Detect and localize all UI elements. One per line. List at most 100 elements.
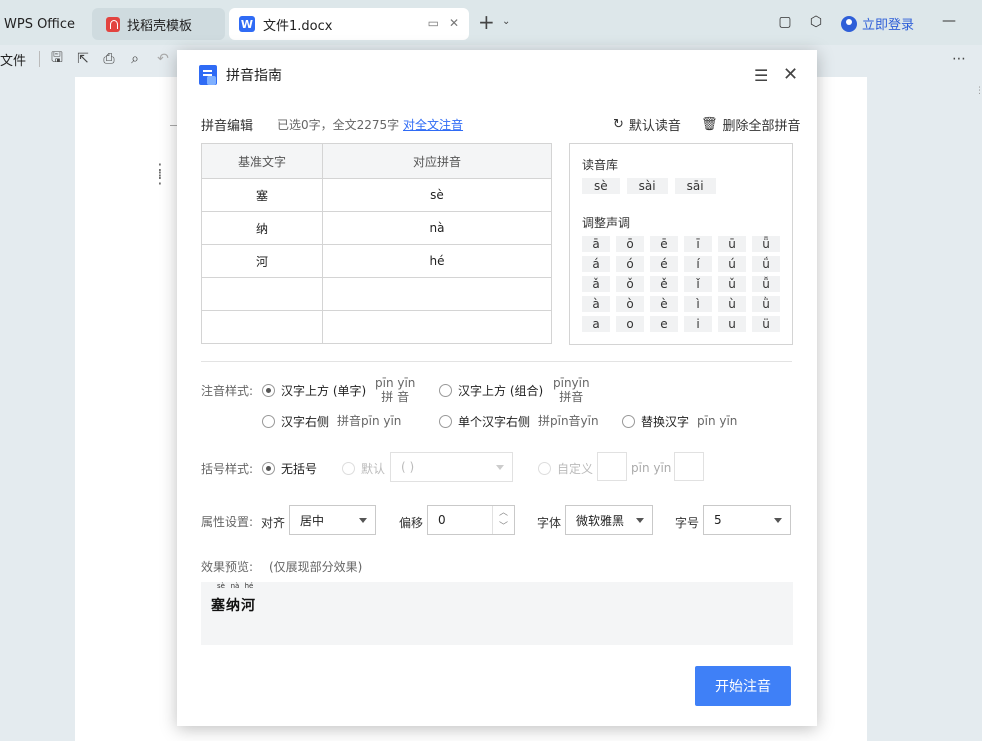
tone-key[interactable]: ì	[684, 296, 712, 312]
table-row[interactable]	[201, 310, 552, 344]
tab-document[interactable]: W 文件1.docx ▭ ✕	[229, 8, 469, 40]
bracket-default-radio[interactable]: 默认	[342, 460, 385, 477]
tone-key[interactable]: ǘ	[752, 256, 780, 272]
pinyin-cell[interactable]: nà	[322, 211, 552, 245]
tone-key[interactable]: ǒ	[616, 276, 644, 292]
pinyin-cell[interactable]	[322, 277, 552, 311]
bracket-type-select[interactable]: ( )	[390, 452, 513, 482]
radio-selected-icon	[262, 462, 275, 475]
table-row[interactable]: 纳 nà	[201, 211, 552, 245]
delete-all-pinyin-button[interactable]: 🗑 删除全部拼音	[701, 115, 801, 134]
cube-icon[interactable]: ⬡	[808, 14, 824, 30]
print-icon[interactable]: ⎙	[100, 50, 118, 68]
tone-key[interactable]: ǎ	[582, 276, 610, 292]
reading-chip[interactable]: sài	[626, 178, 668, 194]
tone-key[interactable]: a	[582, 316, 610, 332]
export-icon[interactable]: ⇱	[74, 50, 92, 68]
pinyin-cell[interactable]: sè	[322, 178, 552, 212]
base-char-cell[interactable]: 河	[201, 244, 323, 278]
dialog-close-icon[interactable]: ✕	[783, 66, 798, 84]
offset-value: 0	[438, 513, 446, 527]
style-each-right-radio[interactable]: 单个汉字右侧	[439, 413, 530, 430]
file-menu[interactable]: 文件	[0, 50, 26, 69]
start-annotation-button[interactable]: 开始注音	[695, 666, 791, 706]
font-select[interactable]: 微软雅黑	[565, 505, 653, 535]
new-tab-plus-icon[interactable]: +	[478, 12, 495, 32]
tone-key[interactable]: ǐ	[684, 276, 712, 292]
table-row[interactable]: 塞 sè	[201, 178, 552, 212]
tone-key[interactable]: ō	[616, 236, 644, 252]
tone-key[interactable]: ǖ	[752, 236, 780, 252]
print-preview-icon[interactable]: ⌕	[126, 50, 144, 68]
size-select[interactable]: 5	[703, 505, 791, 535]
base-char-cell[interactable]	[201, 277, 323, 311]
tone-key[interactable]: è	[650, 296, 678, 312]
dialog-menu-icon[interactable]: ☰	[754, 68, 768, 84]
tone-key[interactable]: o	[616, 316, 644, 332]
tone-key[interactable]: í	[684, 256, 712, 272]
side-panel-icon[interactable]: ⋮	[975, 86, 982, 96]
tab-wps-office[interactable]: WPS Office	[0, 8, 85, 40]
save-icon[interactable]: 🖫	[48, 50, 66, 68]
section-divider	[201, 361, 792, 362]
style-right-radio[interactable]: 汉字右侧	[262, 413, 329, 430]
chevron-down-icon	[359, 518, 367, 523]
annotate-full-text-link[interactable]: 对全文注音	[403, 118, 463, 132]
table-row[interactable]	[201, 277, 552, 311]
pinyin-cell[interactable]: hé	[322, 244, 552, 278]
bracket-custom-radio[interactable]: 自定义	[538, 460, 593, 477]
tone-key[interactable]: e	[650, 316, 678, 332]
tone-key[interactable]: ù	[718, 296, 746, 312]
tone-key[interactable]: ū	[718, 236, 746, 252]
reading-chip[interactable]: sāi	[674, 178, 716, 194]
undo-icon[interactable]: ↶	[154, 50, 172, 68]
custom-left-bracket-input[interactable]	[597, 452, 627, 481]
base-char-cell[interactable]	[201, 310, 323, 344]
tone-key[interactable]: ú	[718, 256, 746, 272]
table-row[interactable]: 河 hé	[201, 244, 552, 278]
tone-key[interactable]: u	[718, 316, 746, 332]
tone-key[interactable]: é	[650, 256, 678, 272]
style-above-single-radio[interactable]: 汉字上方 (单字)	[262, 382, 366, 399]
tab-window-icon[interactable]: ▭	[428, 16, 439, 30]
attrs-label: 属性设置:	[201, 515, 254, 529]
window-layout-icon[interactable]: ▢	[777, 14, 793, 30]
tone-key[interactable]: á	[582, 256, 610, 272]
tone-key[interactable]: à	[582, 296, 610, 312]
tab-close-icon[interactable]: ✕	[449, 16, 459, 30]
tone-key[interactable]: i	[684, 316, 712, 332]
pinyin-cell[interactable]	[322, 310, 552, 344]
more-icon[interactable]: ⋯	[950, 50, 968, 68]
tab-template[interactable]: 找稻壳模板	[92, 8, 225, 40]
new-tab-chevron-icon[interactable]: ⌄	[502, 16, 510, 27]
tone-key[interactable]: ò	[616, 296, 644, 312]
login-button[interactable]: 立即登录	[841, 14, 914, 33]
tone-key[interactable]: ǔ	[718, 276, 746, 292]
minimize-icon[interactable]: —	[941, 13, 957, 29]
stepper-arrows-icon[interactable]: ︿ ﹀	[492, 506, 514, 534]
tone-key[interactable]: ě	[650, 276, 678, 292]
default-reading-button[interactable]: ↻ 默认读音	[613, 115, 681, 134]
base-char-cell[interactable]: 纳	[201, 211, 323, 245]
trash-icon: 🗑	[701, 117, 718, 132]
tone-key[interactable]: ǜ	[752, 296, 780, 312]
radio-selected-icon	[262, 384, 275, 397]
base-char-cell[interactable]: 塞	[201, 178, 323, 212]
preview-label: 效果预览:	[201, 560, 254, 574]
tone-key[interactable]: ü	[752, 316, 780, 332]
offset-stepper[interactable]: 0 ︿ ﹀	[427, 505, 515, 535]
tone-key[interactable]: ó	[616, 256, 644, 272]
tone-key[interactable]: ē	[650, 236, 678, 252]
style-right-label: 汉字右侧	[281, 415, 330, 429]
reading-chip[interactable]: sè	[582, 178, 620, 194]
custom-right-bracket-input[interactable]	[674, 452, 704, 481]
bracket-none-radio[interactable]: 无括号	[262, 460, 317, 477]
tone-key[interactable]: ǚ	[752, 276, 780, 292]
style-above-combined-radio[interactable]: 汉字上方 (组合)	[439, 382, 543, 399]
radio-icon	[439, 384, 452, 397]
tone-key[interactable]: ā	[582, 236, 610, 252]
tone-key[interactable]: ī	[684, 236, 712, 252]
drag-handle-icon[interactable]: ⋮ ⋮	[152, 162, 168, 186]
align-select[interactable]: 居中	[289, 505, 376, 535]
style-replace-radio[interactable]: 替换汉字	[622, 413, 689, 430]
